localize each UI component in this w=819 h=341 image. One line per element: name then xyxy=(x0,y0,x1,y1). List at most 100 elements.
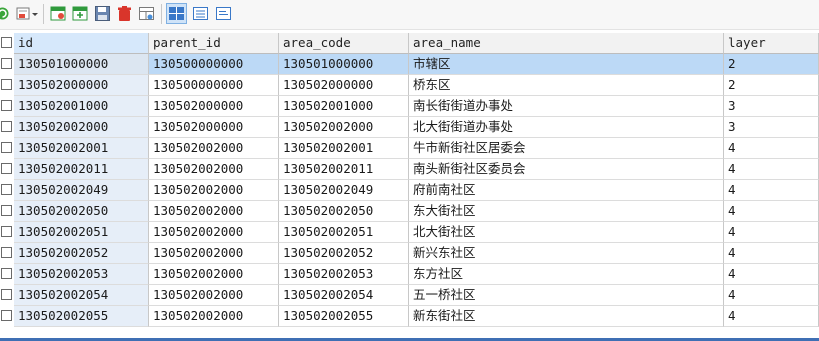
cell-id[interactable]: 130502002001 xyxy=(14,138,149,159)
cell-area-name[interactable]: 北大街社区 xyxy=(409,222,724,243)
cell-id[interactable]: 130502002052 xyxy=(14,243,149,264)
cell-id[interactable]: 130502002053 xyxy=(14,264,149,285)
text-view-icon[interactable] xyxy=(215,5,232,22)
cell-area-code[interactable]: 130501000000 xyxy=(279,54,409,75)
cell-layer[interactable]: 4 xyxy=(724,285,819,306)
cell-layer[interactable]: 2 xyxy=(724,75,819,96)
table-row[interactable]: 130502002000 130502000000 130502002000 北大街街… xyxy=(0,117,819,138)
cell-parent-id[interactable]: 130502002000 xyxy=(149,285,279,306)
cell-parent-id[interactable]: 130502002000 xyxy=(149,138,279,159)
cell-parent-id[interactable]: 130502002000 xyxy=(149,159,279,180)
refresh-icon[interactable] xyxy=(0,5,11,22)
table-row[interactable]: 130502002052 130502002000 130502002052 新兴东社… xyxy=(0,243,819,264)
column-header-layer[interactable]: layer xyxy=(724,33,819,54)
view-icon[interactable] xyxy=(138,5,155,22)
cell-layer[interactable]: 3 xyxy=(724,117,819,138)
cell-id[interactable]: 130502002050 xyxy=(14,201,149,222)
cell-id[interactable]: 130501000000 xyxy=(14,54,149,75)
form-view-icon[interactable] xyxy=(192,5,209,22)
cell-area-name[interactable]: 东方社区 xyxy=(409,264,724,285)
cell-area-code[interactable]: 130502002049 xyxy=(279,180,409,201)
table-row[interactable]: 130502002049 130502002000 130502002049 府前南社… xyxy=(0,180,819,201)
cell-id[interactable]: 130502001000 xyxy=(14,96,149,117)
cell-layer[interactable]: 4 xyxy=(724,180,819,201)
cell-area-name[interactable]: 府前南社区 xyxy=(409,180,724,201)
cell-parent-id[interactable]: 130500000000 xyxy=(149,75,279,96)
cell-parent-id[interactable]: 130502002000 xyxy=(149,243,279,264)
table-row[interactable]: 130502002055 130502002000 130502002055 新东街社… xyxy=(0,306,819,327)
cell-parent-id[interactable]: 130500000000 xyxy=(149,54,279,75)
cell-area-code[interactable]: 130502002050 xyxy=(279,201,409,222)
table-row[interactable]: 130502000000 130500000000 130502000000 桥东区 2 xyxy=(0,75,819,96)
cell-id[interactable]: 130502002055 xyxy=(14,306,149,327)
cell-area-code[interactable]: 130502000000 xyxy=(279,75,409,96)
cell-id[interactable]: 130502002000 xyxy=(14,117,149,138)
table-row[interactable]: 130502002001 130502002000 130502002001 牛市新街… xyxy=(0,138,819,159)
cell-parent-id[interactable]: 130502002000 xyxy=(149,306,279,327)
new-record-icon[interactable] xyxy=(72,5,89,22)
cell-area-name[interactable]: 北大街街道办事处 xyxy=(409,117,724,138)
chevron-down-icon[interactable] xyxy=(31,5,39,22)
row-checkbox[interactable] xyxy=(1,184,12,195)
filter-icon[interactable] xyxy=(50,5,67,22)
cell-parent-id[interactable]: 130502002000 xyxy=(149,180,279,201)
cell-area-name[interactable]: 市辖区 xyxy=(409,54,724,75)
cell-area-code[interactable]: 130502002053 xyxy=(279,264,409,285)
row-checkbox[interactable] xyxy=(1,142,12,153)
cell-layer[interactable]: 4 xyxy=(724,306,819,327)
cell-layer[interactable]: 2 xyxy=(724,54,819,75)
cell-area-name[interactable]: 新兴东社区 xyxy=(409,243,724,264)
column-header-area-name[interactable]: area_name xyxy=(409,33,724,54)
table-row[interactable]: 130502002054 130502002000 130502002054 五一桥社… xyxy=(0,285,819,306)
row-checkbox[interactable] xyxy=(1,163,12,174)
export-icon[interactable] xyxy=(15,5,32,22)
cell-area-name[interactable]: 新东街社区 xyxy=(409,306,724,327)
cell-layer[interactable]: 4 xyxy=(724,222,819,243)
cell-id[interactable]: 130502002051 xyxy=(14,222,149,243)
cell-area-code[interactable]: 130502001000 xyxy=(279,96,409,117)
row-checkbox[interactable] xyxy=(1,79,12,90)
table-row[interactable]: 130502002011 130502002000 130502002011 南头新街… xyxy=(0,159,819,180)
row-checkbox[interactable] xyxy=(1,58,12,69)
cell-area-name[interactable]: 牛市新街社区居委会 xyxy=(409,138,724,159)
cell-layer[interactable]: 3 xyxy=(724,96,819,117)
cell-layer[interactable]: 4 xyxy=(724,159,819,180)
cell-id[interactable]: 130502002054 xyxy=(14,285,149,306)
cell-id[interactable]: 130502002049 xyxy=(14,180,149,201)
cell-parent-id[interactable]: 130502002000 xyxy=(149,201,279,222)
row-checkbox[interactable] xyxy=(1,289,12,300)
grid-view-icon[interactable] xyxy=(166,3,187,24)
delete-icon[interactable] xyxy=(116,5,133,22)
cell-area-code[interactable]: 130502002000 xyxy=(279,117,409,138)
cell-area-code[interactable]: 130502002055 xyxy=(279,306,409,327)
select-all-checkbox[interactable] xyxy=(1,37,12,48)
cell-layer[interactable]: 4 xyxy=(724,243,819,264)
row-checkbox[interactable] xyxy=(1,121,12,132)
cell-area-name[interactable]: 南长街街道办事处 xyxy=(409,96,724,117)
row-checkbox[interactable] xyxy=(1,310,12,321)
cell-area-code[interactable]: 130502002001 xyxy=(279,138,409,159)
row-checkbox[interactable] xyxy=(1,205,12,216)
cell-area-name[interactable]: 南头新街社区委员会 xyxy=(409,159,724,180)
table-row[interactable]: 130502002051 130502002000 130502002051 北大街社… xyxy=(0,222,819,243)
save-icon[interactable] xyxy=(94,5,111,22)
cell-area-name[interactable]: 东大街社区 xyxy=(409,201,724,222)
cell-area-code[interactable]: 130502002052 xyxy=(279,243,409,264)
cell-layer[interactable]: 4 xyxy=(724,264,819,285)
cell-area-code[interactable]: 130502002054 xyxy=(279,285,409,306)
column-header-area-code[interactable]: area_code xyxy=(279,33,409,54)
cell-area-name[interactable]: 五一桥社区 xyxy=(409,285,724,306)
cell-parent-id[interactable]: 130502002000 xyxy=(149,264,279,285)
row-checkbox[interactable] xyxy=(1,226,12,237)
cell-area-code[interactable]: 130502002011 xyxy=(279,159,409,180)
cell-area-code[interactable]: 130502002051 xyxy=(279,222,409,243)
cell-parent-id[interactable]: 130502000000 xyxy=(149,96,279,117)
row-checkbox[interactable] xyxy=(1,268,12,279)
column-header-id[interactable]: id xyxy=(14,33,149,54)
cell-layer[interactable]: 4 xyxy=(724,201,819,222)
cell-parent-id[interactable]: 130502002000 xyxy=(149,222,279,243)
cell-id[interactable]: 130502000000 xyxy=(14,75,149,96)
table-row[interactable]: 130502001000 130502000000 130502001000 南长街街… xyxy=(0,96,819,117)
table-row[interactable]: 130501000000 130500000000 130501000000 市辖区 2 xyxy=(0,54,819,75)
table-row[interactable]: 130502002050 130502002000 130502002050 东大街社… xyxy=(0,201,819,222)
